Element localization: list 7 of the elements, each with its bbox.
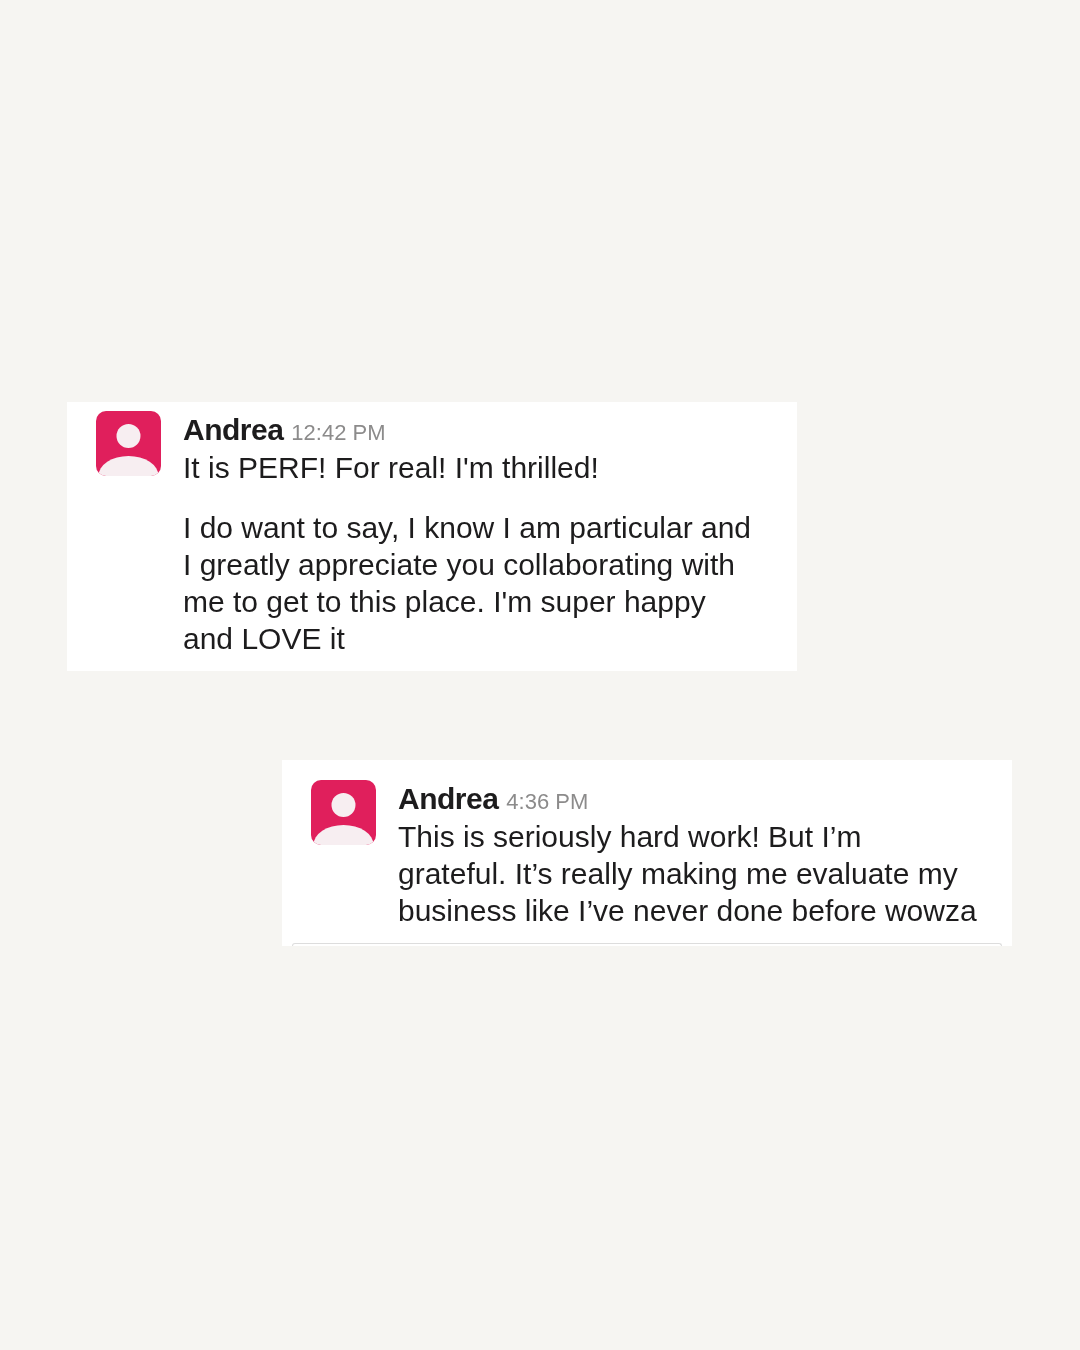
avatar-icon: [96, 411, 161, 476]
author-name[interactable]: Andrea: [398, 780, 499, 818]
message-text: This is seriously hard work! But I’m grateful. It’s really making me evaluate my business like I’ve never done before wowza: [398, 819, 978, 929]
message-text: I do want to say, I know I am particular and I greatly appreciate you collaborating with me to get to this place. I'm super happy and LOVE it: [183, 510, 753, 657]
avatar-icon: [311, 780, 376, 845]
author-name[interactable]: Andrea: [183, 411, 284, 449]
message-text: It is PERF! For real! I'm thrilled!: [183, 450, 600, 486]
